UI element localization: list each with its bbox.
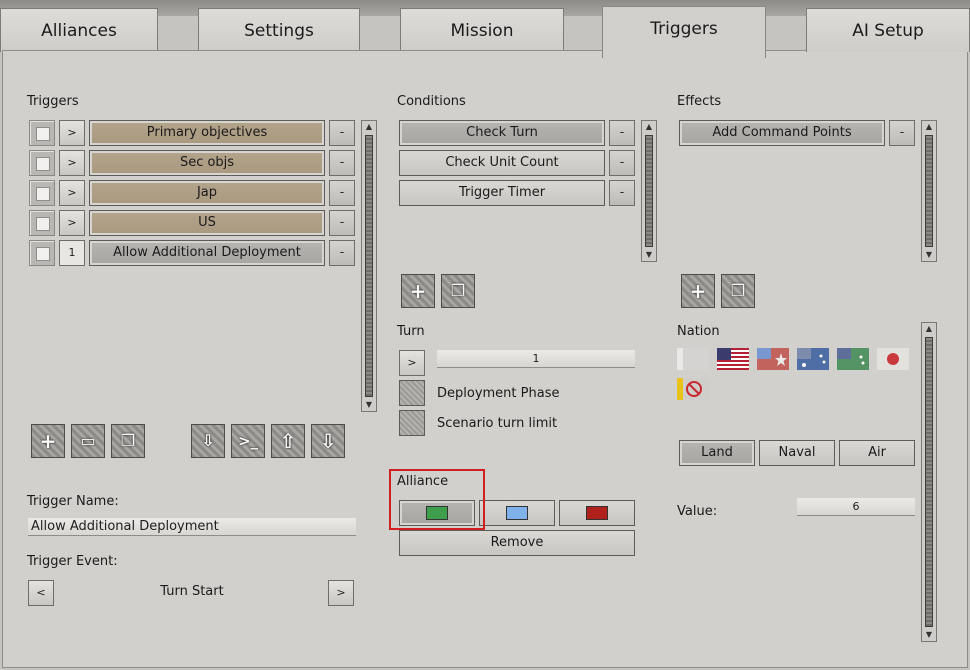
conditions-heading: Conditions <box>397 94 466 109</box>
nation-air-button[interactable]: Air <box>839 440 915 466</box>
trigger-remove-button[interactable]: - <box>329 210 355 236</box>
scroll-thumb[interactable] <box>645 135 653 247</box>
value-input[interactable]: 6 <box>797 498 915 516</box>
trigger-checkbox[interactable] <box>29 120 55 146</box>
flag-japan-icon[interactable] <box>877 348 909 370</box>
alliance-red-swatch <box>586 506 608 520</box>
trigger-checkbox[interactable] <box>29 150 55 176</box>
trigger-event-value: Turn Start <box>160 584 224 599</box>
trigger-remove-button[interactable]: - <box>329 150 355 176</box>
tab-mission[interactable]: Mission <box>400 8 564 52</box>
flag-australia-icon[interactable] <box>797 348 829 370</box>
trigger-remove-button[interactable]: - <box>329 240 355 266</box>
condition-remove-button[interactable]: - <box>609 150 635 176</box>
trigger-checkbox[interactable] <box>29 240 55 266</box>
console-icon[interactable]: >_ <box>231 424 265 458</box>
trigger-item-sec-objs[interactable]: Sec objs <box>89 150 325 176</box>
alliance-red-button[interactable] <box>559 500 635 526</box>
scroll-up-icon[interactable]: ▲ <box>922 121 936 133</box>
tab-triggers[interactable]: Triggers <box>602 6 766 58</box>
trigger-remove-button[interactable]: - <box>329 120 355 146</box>
trigger-event-next-button[interactable]: > <box>328 580 354 606</box>
trigger-item-jap[interactable]: Jap <box>89 180 325 206</box>
trigger-checkbox[interactable] <box>29 210 55 236</box>
scroll-thumb[interactable] <box>925 337 933 627</box>
trigger-expand-button[interactable]: > <box>59 150 85 176</box>
trigger-expand-button[interactable]: > <box>59 180 85 206</box>
tab-alliances[interactable]: Alliances <box>0 8 158 52</box>
trigger-expand-button[interactable]: > <box>59 210 85 236</box>
trigger-checkbox[interactable] <box>29 180 55 206</box>
turn-value-field[interactable]: 1 <box>437 350 635 368</box>
alliance-remove-button[interactable]: Remove <box>399 530 635 556</box>
scroll-up-icon[interactable]: ▲ <box>642 121 656 133</box>
conditions-scrollbar[interactable]: ▲ ▼ <box>641 120 657 262</box>
copy-icon[interactable]: ❐ <box>441 274 475 308</box>
nation-naval-button[interactable]: Naval <box>759 440 835 466</box>
condition-item-trigger-timer[interactable]: Trigger Timer <box>399 180 605 206</box>
flag-china-icon[interactable] <box>757 348 789 370</box>
trigger-index-label: 1 <box>59 240 85 266</box>
scenario-turn-limit-label: Scenario turn limit <box>437 416 558 431</box>
trigger-item-allow-additional-deployment[interactable]: Allow Additional Deployment <box>89 240 325 266</box>
tab-settings[interactable]: Settings <box>198 8 360 52</box>
turn-expand-button[interactable]: > <box>399 350 425 376</box>
alliance-blue-button[interactable] <box>479 500 555 526</box>
no-nation-icon[interactable] <box>677 378 709 400</box>
add-condition-icon[interactable]: + <box>401 274 435 308</box>
effects-scrollbar[interactable]: ▲ ▼ <box>921 120 937 262</box>
trigger-name-input[interactable]: Allow Additional Deployment <box>28 518 356 536</box>
effect-item-add-command-points[interactable]: Add Command Points <box>679 120 885 146</box>
triggers-scrollbar[interactable]: ▲ ▼ <box>361 120 377 412</box>
trigger-event-label: Trigger Event: <box>27 554 118 569</box>
trigger-event-prev-button[interactable]: < <box>28 580 54 606</box>
selection-highlight <box>389 469 485 530</box>
move-up-icon[interactable]: ⇧ <box>271 424 305 458</box>
flag-usa-icon[interactable] <box>717 348 749 370</box>
scroll-thumb[interactable] <box>925 135 933 247</box>
scroll-down-icon[interactable]: ▼ <box>922 629 936 641</box>
move-down-icon[interactable]: ⇩ <box>311 424 345 458</box>
scroll-up-icon[interactable]: ▲ <box>922 323 936 335</box>
trigger-item-primary-objectives[interactable]: Primary objectives <box>89 120 325 146</box>
alliance-blue-swatch <box>506 506 528 520</box>
add-effect-icon[interactable]: + <box>681 274 715 308</box>
trigger-name-label: Trigger Name: <box>27 494 119 509</box>
scroll-thumb[interactable] <box>365 135 373 397</box>
trigger-item-us[interactable]: US <box>89 210 325 236</box>
triggers-heading: Triggers <box>27 94 79 109</box>
tab-ai-setup[interactable]: AI Setup <box>806 8 970 52</box>
trigger-remove-button[interactable]: - <box>329 180 355 206</box>
nation-scrollbar[interactable]: ▲ ▼ <box>921 322 937 642</box>
scenario-turn-limit-checkbox[interactable] <box>399 410 425 436</box>
nation-land-button[interactable]: Land <box>679 440 755 466</box>
condition-item-check-unit-count[interactable]: Check Unit Count <box>399 150 605 176</box>
import-icon[interactable]: ⇩ <box>191 424 225 458</box>
scroll-down-icon[interactable]: ▼ <box>362 399 376 411</box>
effects-heading: Effects <box>677 94 722 109</box>
scroll-down-icon[interactable]: ▼ <box>642 249 656 261</box>
value-label: Value: <box>677 504 718 519</box>
effect-remove-button[interactable]: - <box>889 120 915 146</box>
trigger-expand-button[interactable]: > <box>59 120 85 146</box>
copy-icon[interactable]: ❐ <box>721 274 755 308</box>
condition-item-check-turn[interactable]: Check Turn <box>399 120 605 146</box>
deployment-phase-label: Deployment Phase <box>437 386 560 401</box>
add-trigger-icon[interactable]: + <box>31 424 65 458</box>
condition-remove-button[interactable]: - <box>609 180 635 206</box>
flag-neutral-icon[interactable] <box>677 348 709 370</box>
nation-heading: Nation <box>677 324 720 339</box>
scroll-down-icon[interactable]: ▼ <box>922 249 936 261</box>
scroll-up-icon[interactable]: ▲ <box>362 121 376 133</box>
turn-heading: Turn <box>397 324 425 339</box>
copy-icon[interactable]: ❐ <box>111 424 145 458</box>
folder-icon[interactable]: ▭ <box>71 424 105 458</box>
flag-new-zealand-icon[interactable] <box>837 348 869 370</box>
deployment-phase-checkbox[interactable] <box>399 380 425 406</box>
condition-remove-button[interactable]: - <box>609 120 635 146</box>
